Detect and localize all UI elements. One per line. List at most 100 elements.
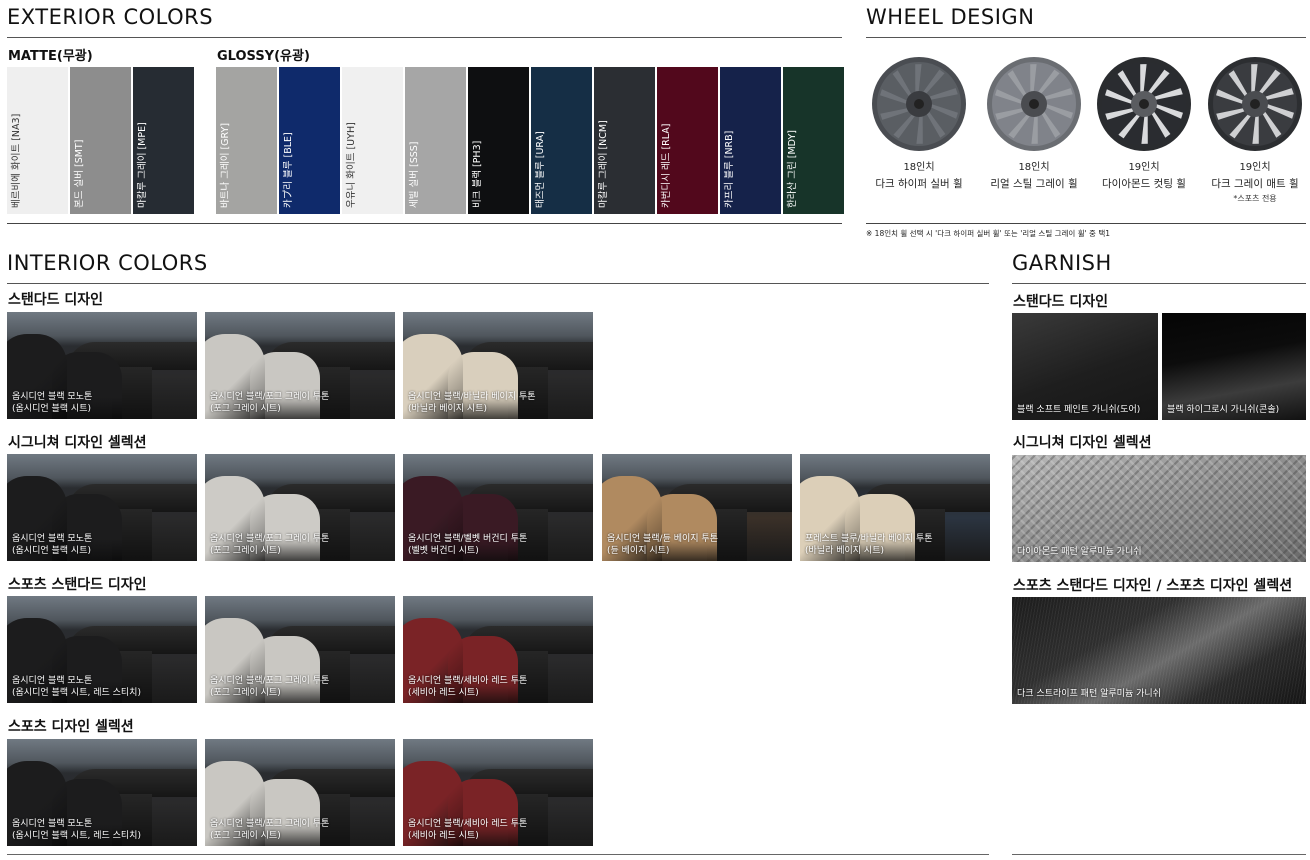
- color-swatch[interactable]: 바트나 그레이 [GRY]: [216, 67, 277, 214]
- interior-caption-line1: 옵시디언 블랙/포그 그레이 투톤: [210, 676, 330, 686]
- interior-caption: 옵시디언 블랙/바닐라 베이지 투톤 (바닐라 베이지 시트): [408, 391, 536, 415]
- color-swatch-label: 카프리 블루 [NRB]: [724, 130, 735, 208]
- wheel-size: 18인치: [1018, 162, 1050, 173]
- color-swatch[interactable]: 카프리 블루 [NRB]: [720, 67, 781, 214]
- color-swatch[interactable]: 카プ리 블루 [BLE]: [279, 67, 340, 214]
- garnish-signature-title: 시그니쳐 디자인 셀렉션: [1013, 435, 1152, 451]
- wheel-item[interactable]: 18인치다크 하이퍼 실버 휠: [863, 56, 975, 226]
- interior-caption-line2: (포그 그레이 시트): [210, 546, 281, 556]
- interior-caption-line2: (옵시디언 블랙 시트, 레드 스티치): [12, 688, 141, 698]
- color-swatch-label: 마칼루 그레이 [NCM]: [598, 120, 609, 208]
- color-swatch-label: 마칼루 그레이 [MPE]: [137, 122, 148, 208]
- interior-caption-line2: (포그 그레이 시트): [210, 688, 281, 698]
- garnish-door-label: 블랙 소프트 페인트 가니쉬(도어): [1017, 405, 1141, 415]
- interior-color-tile[interactable]: 옵시디언 블랙/벨벳 버건디 투톤 (벨벳 버건디 시트): [403, 454, 593, 561]
- garnish-stripe-pattern: 다크 스트라이프 패턴 알루미늄 가니쉬: [1012, 597, 1306, 704]
- color-swatch[interactable]: 태즈먼 블루 [URA]: [531, 67, 592, 214]
- interior-caption: 옵시디언 블랙/세비아 레드 투톤 (세비아 레드 시트): [408, 675, 527, 699]
- interior-color-tile[interactable]: 옵시디언 블랙/포그 그레이 투톤 (포그 그레이 시트): [205, 312, 395, 419]
- interior-caption-line1: 옵시디언 블랙/포그 그레이 투톤: [210, 534, 330, 544]
- color-swatch-label: 바트나 그레이 [GRY]: [220, 122, 231, 208]
- interior-color-tile[interactable]: 옵시디언 블랙/세비아 레드 투톤 (세비아 레드 시트): [403, 596, 593, 703]
- interior-group-title: 스탠다드 디자인: [8, 292, 104, 308]
- interior-color-tile[interactable]: 옵시디언 블랙 모노톤 (옵시디언 블랙 시트): [7, 312, 197, 419]
- interior-color-tile[interactable]: 포레스트 블루/바닐라 베이지 투톤 (바닐라 베이지 시트): [800, 454, 990, 561]
- wheel-title-rule: [866, 37, 1306, 38]
- garnish-title: GARNISH: [1012, 251, 1112, 275]
- garnish-title-rule: [1012, 283, 1306, 284]
- wheel-size: 18인치: [903, 162, 935, 173]
- wheel-bottom-rule: [866, 223, 1306, 224]
- wheel-name: 다크 그레이 매트 휠: [1211, 178, 1299, 190]
- interior-color-tile[interactable]: 옵시디언 블랙/바닐라 베이지 투톤 (바닐라 베이지 시트): [403, 312, 593, 419]
- garnish-standard-title: 스탠다드 디자인: [1013, 294, 1109, 310]
- interior-caption: 옵시디언 블랙/세비아 레드 투톤 (세비아 레드 시트): [408, 818, 527, 842]
- wheel-icon: [872, 57, 966, 151]
- interior-caption-line1: 옵시디언 블랙/세비아 레드 투톤: [408, 676, 528, 686]
- interior-caption: 옵시디언 블랙 모노톤 (옵시디언 블랙 시트): [12, 533, 92, 557]
- color-swatch[interactable]: 비크 블랙 [PH3]: [468, 67, 529, 214]
- color-swatch-label: 세빌 실버 [SSS]: [409, 141, 420, 208]
- color-swatch[interactable]: 베르비에 화이트 [NA3]: [7, 67, 68, 214]
- garnish-diamond-label: 다이아몬드 패턴 알루미늄 가니쉬: [1017, 547, 1142, 557]
- interior-caption: 옵시디언 블랙/포그 그레이 투톤 (포그 그레이 시트): [210, 818, 329, 842]
- color-swatch-label: 한라산 그린 [MDY]: [787, 130, 798, 208]
- interior-color-tile[interactable]: 옵시디언 블랙/듄 베이지 투톤 (듄 베이지 시트): [602, 454, 792, 561]
- interior-caption-line2: (옵시디언 블랙 시트): [12, 546, 91, 556]
- interior-group-title: 시그니쳐 디자인 셀렉션: [8, 435, 147, 451]
- exterior-bottom-rule: [7, 223, 842, 224]
- matte-label: MATTE(무광): [8, 49, 93, 64]
- wheel-size: 19인치: [1128, 162, 1160, 173]
- wheel-item[interactable]: 19인치다이아몬드 컷팅 휠: [1088, 56, 1200, 226]
- interior-caption: 옵시디언 블랙 모노톤 (옵시디언 블랙 시트): [12, 391, 92, 415]
- wheel-design-title: WHEEL DESIGN: [866, 5, 1035, 29]
- wheel-footnote: ※ 18인치 휠 선택 시 '다크 하이퍼 실버 휠' 또는 '리얼 스틸 그레…: [866, 229, 1111, 238]
- color-swatch[interactable]: 카번디시 레드 [RLA]: [657, 67, 718, 214]
- wheel-name: 다이아몬드 컷팅 휠: [1102, 178, 1186, 190]
- exterior-colors-title: EXTERIOR COLORS: [7, 5, 214, 29]
- color-swatch-label: 본드 실버 [SMT]: [74, 139, 85, 208]
- interior-color-tile[interactable]: 옵시디언 블랙/포그 그레이 투톤 (포그 그레이 시트): [205, 596, 395, 703]
- interior-color-tile[interactable]: 옵시디언 블랙/세비아 레드 투톤 (세비아 레드 시트): [403, 739, 593, 846]
- interior-caption-line1: 옵시디언 블랙/세비아 레드 투톤: [408, 819, 528, 829]
- interior-caption: 옵시디언 블랙 모노톤 (옵시디언 블랙 시트, 레드 스티치): [12, 675, 141, 699]
- interior-caption-line1: 옵시디언 블랙/바닐라 베이지 투톤: [408, 392, 536, 402]
- garnish-stripe-label: 다크 스트라이프 패턴 알루미늄 가니쉬: [1017, 689, 1161, 699]
- interior-caption: 옵시디언 블랙/벨벳 버건디 투톤 (벨벳 버건디 시트): [408, 533, 527, 557]
- interior-caption-line2: (옵시디언 블랙 시트): [12, 404, 91, 414]
- interior-group-title: 스포츠 스탠다드 디자인: [8, 577, 147, 593]
- color-swatch-label: 비크 블랙 [PH3]: [472, 140, 483, 208]
- color-swatch[interactable]: 우유니 화이트 [UYH]: [342, 67, 403, 214]
- color-swatch[interactable]: 마칼루 그레이 [MPE]: [133, 67, 194, 214]
- interior-caption-line1: 옵시디언 블랙 모노톤: [12, 676, 93, 686]
- garnish-standard-door: 블랙 소프트 페인트 가니쉬(도어): [1012, 313, 1158, 420]
- interior-color-tile[interactable]: 옵시디언 블랙/포그 그레이 투톤 (포그 그레이 시트): [205, 454, 395, 561]
- color-swatch[interactable]: 마칼루 그레이 [NCM]: [594, 67, 655, 214]
- interior-caption-line1: 포레스트 블루/바닐라 베이지 투톤: [805, 534, 933, 544]
- interior-caption: 옵시디언 블랙/듄 베이지 투톤 (듄 베이지 시트): [607, 533, 718, 557]
- wheel-size: 19인치: [1239, 162, 1271, 173]
- garnish-bottom-rule: [1012, 854, 1306, 855]
- color-swatch[interactable]: 세빌 실버 [SSS]: [405, 67, 466, 214]
- color-swatch[interactable]: 본드 실버 [SMT]: [70, 67, 131, 214]
- wheel-item[interactable]: 19인치 다크 그레이 매트 휠 *스포츠 전용: [1199, 56, 1310, 226]
- glossy-label: GLOSSY(유광): [217, 49, 310, 64]
- interior-group-title: 스포츠 디자인 셀렉션: [8, 719, 134, 735]
- interior-color-tile[interactable]: 옵시디언 블랙 모노톤 (옵시디언 블랙 시트, 레드 스티치): [7, 596, 197, 703]
- garnish-diamond-pattern: 다이아몬드 패턴 알루미늄 가니쉬: [1012, 455, 1306, 562]
- wheel-name: 다크 하이퍼 실버 휠: [875, 178, 963, 190]
- interior-color-tile[interactable]: 옵시디언 블랙 모노톤 (옵시디언 블랙 시트, 레드 스티치): [7, 739, 197, 846]
- wheel-item[interactable]: 18인치 리얼 스틸 그레이 휠: [978, 56, 1090, 226]
- color-swatch[interactable]: 한라산 그린 [MDY]: [783, 67, 844, 214]
- interior-caption-line2: (세비아 레드 시트): [408, 831, 479, 841]
- garnish-console-label: 블랙 하이그로시 가니쉬(콘솔): [1167, 405, 1280, 415]
- color-swatch-label: 우유니 화이트 [UYH]: [346, 122, 357, 208]
- wheel-icon: [1097, 57, 1191, 151]
- interior-color-tile[interactable]: 옵시디언 블랙/포그 그레이 투톤 (포그 그레이 시트): [205, 739, 395, 846]
- interior-color-tile[interactable]: 옵시디언 블랙 모노톤 (옵시디언 블랙 시트): [7, 454, 197, 561]
- interior-caption-line2: (포그 그레이 시트): [210, 831, 281, 841]
- interior-caption-line1: 옵시디언 블랙/벨벳 버건디 투톤: [408, 534, 528, 544]
- interior-caption-line1: 옵시디언 블랙/포그 그레이 투톤: [210, 392, 330, 402]
- interior-caption: 옵시디언 블랙/포그 그레이 투톤 (포그 그레이 시트): [210, 391, 329, 415]
- interior-colors-title: INTERIOR COLORS: [7, 251, 208, 275]
